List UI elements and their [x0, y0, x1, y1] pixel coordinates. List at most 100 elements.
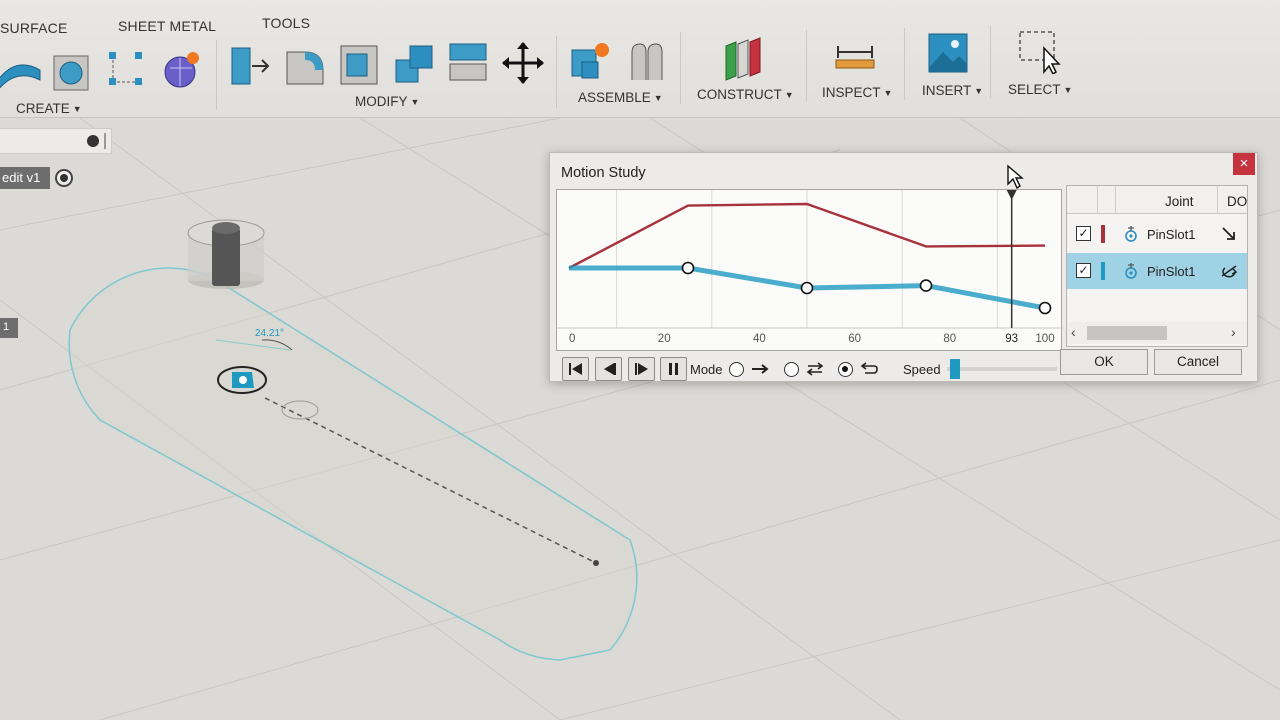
toolbar-separator	[216, 40, 217, 110]
pin-slot-joint-icon	[1125, 263, 1137, 279]
slot-endpoint[interactable]	[593, 560, 599, 566]
step-back-button[interactable]	[595, 357, 622, 381]
column-divider	[1115, 186, 1116, 214]
tab-sheet-metal[interactable]: SHEET METAL	[118, 18, 216, 34]
browser-grip[interactable]	[104, 133, 106, 149]
press-pull-icon[interactable]	[228, 42, 274, 88]
motion-graph[interactable]: 0 20 40 60 80 93 100	[556, 189, 1063, 351]
toolbar-separator	[990, 26, 991, 98]
joint-name: PinSlot1	[1147, 227, 1196, 242]
speed-slider[interactable]	[947, 359, 1057, 379]
joint-visibility-checkbox[interactable]: ✓	[1076, 263, 1091, 278]
construct-menu[interactable]: CONSTRUCT ▼	[697, 87, 794, 102]
x-tick-label: 100	[1035, 333, 1054, 345]
measure-icon[interactable]	[832, 36, 878, 82]
extrude-surface-icon[interactable]	[0, 46, 42, 92]
go-to-start-button[interactable]	[562, 357, 589, 381]
create-menu[interactable]: CREATE ▼	[16, 101, 82, 116]
move-icon[interactable]	[500, 40, 546, 86]
component-badge[interactable]: edit v1	[0, 167, 50, 189]
motion-study-dialog: Motion Study × 0 20 40 60 80 93 100 Mode Speed	[549, 152, 1258, 382]
keyframe-point[interactable]	[919, 279, 933, 292]
fillet-icon[interactable]	[283, 42, 329, 88]
close-button[interactable]: ×	[1233, 153, 1255, 175]
joint-color-swatch	[1101, 262, 1105, 280]
toolbar-separator	[904, 28, 905, 100]
new-component-icon[interactable]	[568, 40, 614, 86]
joint-color-swatch	[1101, 225, 1105, 243]
keyframe-point[interactable]	[1038, 301, 1052, 315]
assemble-label: ASSEMBLE	[578, 90, 651, 105]
motion-graph-plot: 0 20 40 60 80 93 100	[557, 190, 1063, 345]
construct-plane-icon[interactable]	[718, 36, 764, 82]
playhead-marker-icon[interactable]	[1006, 190, 1017, 200]
scroll-left-icon[interactable]: ‹	[1071, 324, 1076, 340]
insert-label: INSERT	[922, 83, 972, 98]
insert-image-icon[interactable]	[925, 30, 971, 76]
mode-label: Mode	[690, 362, 723, 377]
joint-icon[interactable]	[624, 40, 670, 86]
browser-toolbar	[0, 128, 112, 154]
construct-label: CONSTRUCT	[697, 87, 782, 102]
angle-dimension[interactable]: 24.21°	[255, 328, 284, 339]
keyframe-point[interactable]	[800, 281, 814, 295]
swap-arrows-icon	[806, 362, 824, 376]
toolbar: SURFACE SHEET METAL TOOLS CREATE ▼ MODIFY…	[0, 0, 1280, 118]
joint-row[interactable]: ✓ PinSlot1	[1067, 216, 1247, 252]
keyframe-point[interactable]	[681, 261, 695, 275]
tab-surface[interactable]: SURFACE	[0, 20, 68, 36]
column-divider	[1217, 186, 1218, 214]
speed-track	[947, 367, 1057, 371]
rotate-icon[interactable]	[1219, 262, 1239, 280]
form-icon[interactable]	[158, 46, 204, 92]
cancel-button[interactable]: Cancel	[1154, 349, 1242, 375]
insert-menu[interactable]: INSERT ▼	[922, 83, 983, 98]
loop-icon	[860, 362, 878, 374]
joint-row[interactable]: ✓ PinSlot1	[1067, 253, 1247, 289]
horizontal-scrollbar[interactable]: ‹ ›	[1067, 322, 1247, 344]
shell-icon[interactable]	[337, 42, 383, 88]
select-menu[interactable]: SELECT ▼	[1008, 82, 1072, 97]
component-activate-radio[interactable]	[55, 169, 73, 187]
joint-visibility-checkbox[interactable]: ✓	[1076, 226, 1091, 241]
modify-label: MODIFY	[355, 94, 408, 109]
assemble-menu[interactable]: ASSEMBLE ▼	[578, 90, 663, 105]
x-tick-label: 60	[848, 333, 861, 345]
joint-name: PinSlot1	[1147, 264, 1196, 279]
x-tick-label: 20	[658, 333, 671, 345]
ok-button[interactable]: OK	[1060, 349, 1148, 375]
tab-tools[interactable]: TOOLS	[262, 15, 310, 31]
skip-start-icon	[569, 363, 582, 375]
modify-menu[interactable]: MODIFY ▼	[355, 94, 419, 109]
mode-loop-radio[interactable]	[838, 362, 853, 377]
mode-once-radio[interactable]	[729, 362, 744, 377]
scroll-right-icon[interactable]: ›	[1231, 324, 1236, 340]
joint-table: Joint DOF ✓ PinSlot1 ✓ PinSlot1 ‹ ›	[1066, 185, 1248, 347]
combine-icon[interactable]	[392, 42, 438, 88]
side-tag: 1	[0, 318, 18, 338]
pause-button[interactable]	[660, 357, 687, 381]
speed-thumb[interactable]	[950, 359, 960, 379]
pause-icon	[669, 363, 678, 375]
x-tick-label: 80	[943, 333, 956, 345]
arrow-diagonal-icon[interactable]	[1219, 225, 1239, 243]
sketch-points-icon[interactable]	[103, 46, 149, 92]
inspect-menu[interactable]: INSPECT ▼	[822, 85, 892, 100]
joint-column-header[interactable]: Joint	[1165, 194, 1194, 209]
joint-table-header: Joint DOF	[1067, 186, 1247, 214]
sphere-box-icon[interactable]	[50, 48, 96, 94]
mouse-pointer-icon	[1007, 164, 1024, 190]
split-body-icon[interactable]	[446, 40, 492, 86]
column-divider	[1097, 186, 1098, 214]
scrollbar-thumb[interactable]	[1087, 326, 1167, 340]
window-select-icon[interactable]	[1016, 28, 1062, 76]
mode-pingpong-radio[interactable]	[784, 362, 799, 377]
browser-visibility-toggle[interactable]	[87, 135, 99, 147]
toolbar-separator	[680, 32, 681, 104]
x-tick-label: 93	[1005, 333, 1018, 345]
dof-column-header[interactable]: DOF	[1227, 194, 1247, 209]
pin-body[interactable]	[187, 219, 265, 289]
play-button[interactable]	[628, 357, 655, 381]
x-tick-label: 0	[569, 333, 575, 345]
pin-slot-joint-icon	[1125, 226, 1137, 242]
